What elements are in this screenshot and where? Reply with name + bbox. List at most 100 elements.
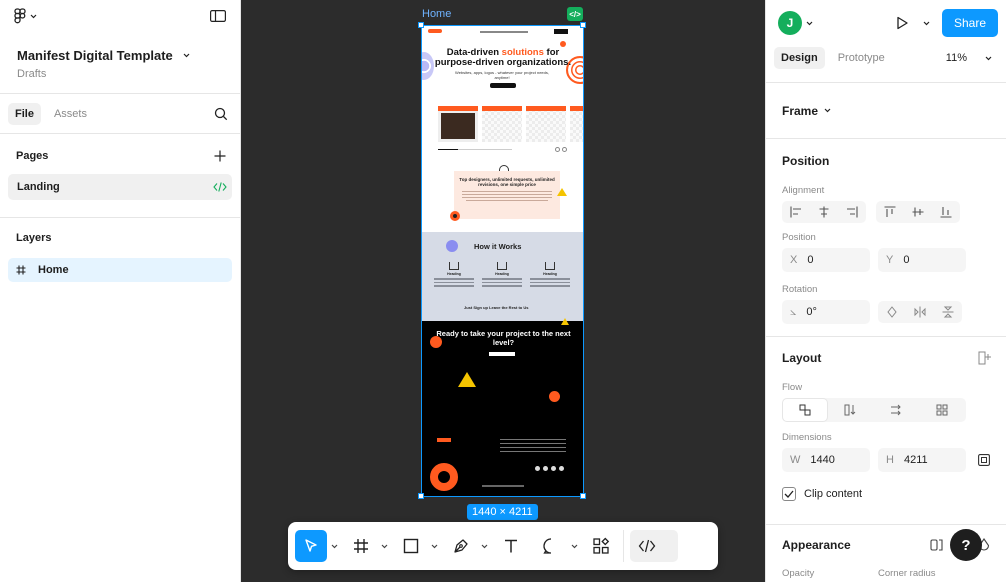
preview-nav-button — [554, 29, 568, 34]
file-location[interactable]: Drafts — [0, 63, 240, 80]
chevron-down-icon — [806, 21, 813, 25]
frame-tool-menu[interactable] — [377, 544, 391, 549]
pen-tool-button[interactable] — [445, 530, 477, 562]
preview-deco-circle — [430, 336, 442, 348]
pen-tool-menu[interactable] — [477, 544, 491, 549]
toggle-sidebar-button[interactable] — [210, 10, 226, 22]
preview-deco-blob — [446, 240, 458, 252]
resize-handle[interactable] — [418, 22, 424, 28]
resize-to-fit-icon[interactable] — [978, 454, 990, 466]
flow-horizontal-icon[interactable] — [873, 404, 919, 416]
left-top-bar — [0, 0, 240, 32]
move-tool-button[interactable] — [295, 530, 327, 562]
clip-content-checkbox[interactable] — [782, 487, 796, 501]
preview-how-title: How it Works — [474, 242, 522, 251]
frame-hash-icon — [354, 539, 368, 553]
preview-dark-title: Ready to take your project to the next l… — [436, 329, 571, 347]
dev-mode-badge-icon[interactable]: </> — [567, 7, 583, 21]
x-position-field[interactable]: X0 — [782, 248, 870, 272]
preview-how-col: Heading — [434, 262, 474, 287]
preview-footer-links — [500, 436, 566, 454]
file-title-row[interactable]: Manifest Digital Template — [0, 32, 240, 63]
preview-hero-title: Data-driven solutions for purpose-driven… — [434, 47, 572, 68]
right-tabs: Design Prototype 11% — [766, 44, 1006, 72]
chevron-down-icon[interactable] — [985, 56, 992, 61]
frame-section[interactable]: Frame — [766, 82, 1006, 138]
preview-card — [482, 106, 522, 142]
present-play-icon[interactable] — [895, 16, 909, 30]
comment-icon — [543, 538, 552, 554]
y-position-field[interactable]: Y0 — [878, 248, 966, 272]
help-button[interactable]: ? — [950, 529, 982, 561]
frame-dimensions-badge: 1440 × 4211 — [467, 504, 538, 520]
resize-handle[interactable] — [580, 493, 586, 499]
tab-prototype[interactable]: Prototype — [831, 47, 892, 69]
preview-cta — [490, 83, 516, 88]
flow-grid-icon[interactable] — [919, 404, 965, 416]
preview-cards — [438, 106, 583, 146]
chevron-down-icon[interactable] — [923, 21, 930, 26]
rotate-icon[interactable] — [878, 301, 906, 323]
text-tool-button[interactable] — [495, 530, 527, 562]
flip-vertical-icon[interactable] — [934, 301, 962, 323]
comment-tool-menu[interactable] — [567, 544, 581, 549]
right-top-bar: J Share — [766, 0, 1006, 46]
zoom-level[interactable]: 11% — [946, 52, 967, 64]
resize-handle[interactable] — [418, 493, 424, 499]
code-icon — [638, 539, 656, 553]
canvas[interactable]: Home </> Data-driven solutions for purpo… — [241, 0, 765, 582]
height-field[interactable]: H 4211 — [878, 448, 966, 472]
preview-how-col: Heading — [530, 262, 570, 287]
pages-heading: Pages — [16, 150, 49, 162]
divider — [0, 133, 240, 134]
chevron-down-icon — [571, 544, 577, 548]
resize-handle[interactable] — [580, 22, 586, 28]
preview-deco-dot — [560, 41, 566, 47]
clip-content-row[interactable]: Clip content — [766, 487, 1006, 501]
align-bottom-icon[interactable] — [932, 201, 960, 223]
width-field[interactable]: W 1440 — [782, 448, 870, 472]
avatar: J — [778, 11, 802, 35]
flip-horizontal-icon[interactable] — [906, 301, 934, 323]
tab-file[interactable]: File — [8, 102, 41, 125]
position-label: Position — [782, 232, 816, 243]
main-menu-button[interactable] — [14, 8, 37, 24]
add-page-icon[interactable] — [214, 150, 226, 162]
rotation-field[interactable]: ⦣ 0° — [782, 300, 870, 324]
home-frame[interactable]: Data-driven solutions for purpose-driven… — [421, 25, 584, 497]
page-item-landing[interactable]: Landing — [8, 174, 232, 200]
user-menu[interactable]: J — [778, 11, 813, 35]
search-icon[interactable] — [214, 107, 228, 121]
position-title: Position — [782, 154, 830, 168]
align-left-icon[interactable] — [782, 201, 810, 223]
chevron-down-icon — [331, 544, 337, 548]
layers-heading: Layers — [16, 232, 52, 244]
tab-assets[interactable]: Assets — [47, 103, 94, 125]
rotation-label: Rotation — [782, 284, 818, 295]
preview-dark-button — [489, 352, 515, 356]
frame-tool-button[interactable] — [345, 530, 377, 562]
share-button[interactable]: Share — [941, 9, 998, 37]
align-vertical-center-icon[interactable] — [904, 201, 932, 223]
alignment-label: Alignment — [782, 185, 825, 196]
align-horizontal-center-icon[interactable] — [810, 201, 838, 223]
preview-card — [438, 106, 478, 142]
tab-design[interactable]: Design — [774, 47, 825, 69]
shape-tool-menu[interactable] — [427, 544, 441, 549]
auto-layout-icon[interactable] — [978, 351, 992, 365]
flow-vertical-icon[interactable] — [827, 404, 873, 416]
variable-mode-icon[interactable] — [930, 538, 944, 552]
align-top-icon[interactable] — [876, 201, 904, 223]
flow-freeform-icon[interactable] — [783, 399, 827, 421]
shape-tool-button[interactable] — [395, 530, 427, 562]
move-tool-menu[interactable] — [327, 544, 341, 549]
clip-content-label: Clip content — [804, 488, 863, 500]
align-right-icon[interactable] — [838, 201, 866, 223]
layer-item-home[interactable]: Home — [8, 258, 232, 282]
pages-header: Pages — [0, 138, 240, 174]
frame-name-label[interactable]: Home — [422, 8, 451, 20]
actions-tool-button[interactable] — [585, 530, 617, 562]
chevron-down-icon — [381, 544, 387, 548]
dev-mode-toggle[interactable] — [630, 530, 678, 562]
comment-tool-button[interactable] — [535, 530, 567, 562]
